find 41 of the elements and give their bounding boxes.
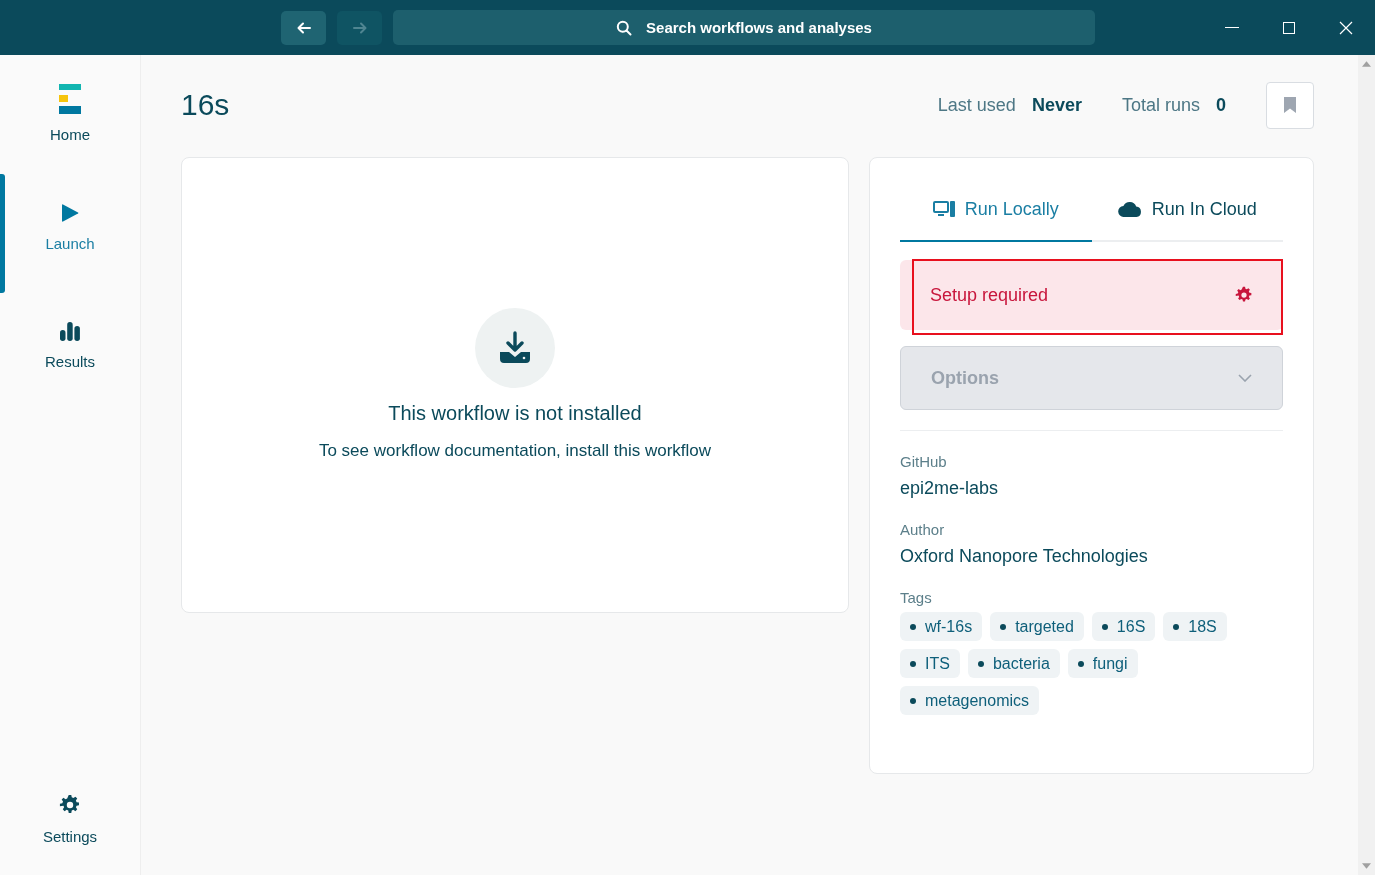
meta-value: Oxford Nanopore Technologies	[900, 546, 1149, 567]
tag: bacteria	[967, 649, 1060, 678]
tag: 16S	[1091, 612, 1156, 641]
tag: 18S	[1163, 612, 1227, 641]
meta-label: Tags	[900, 589, 933, 606]
tab[interactable]: Run Locally	[900, 178, 1092, 242]
stat-value: 0	[1216, 94, 1226, 116]
empty-state-heading: This workflow is not installed	[388, 402, 642, 425]
settings-icon[interactable]	[1235, 286, 1253, 304]
tag: fungi	[1067, 649, 1138, 678]
chevron-down-icon	[1238, 374, 1252, 382]
sidebar-item[interactable]: Launch	[0, 174, 140, 293]
maximize-icon[interactable]	[1283, 21, 1295, 34]
meta-label: Author	[900, 521, 946, 538]
stat-label: Total runs	[1121, 94, 1200, 116]
search-button[interactable]: Search workflows and analyses	[393, 10, 1095, 45]
computer-icon	[932, 201, 955, 217]
cloud-icon	[1117, 201, 1142, 217]
sidebar-item[interactable]: Results	[0, 293, 140, 412]
search-icon	[616, 19, 633, 36]
empty-state-message: To see workflow documentation, install this workflow	[318, 441, 712, 461]
tag: targeted	[990, 612, 1084, 641]
settings-icon	[59, 794, 81, 816]
tab[interactable]: Run In Cloud	[1091, 178, 1283, 242]
tag: wf-16s	[900, 612, 983, 641]
meta-label: GitHub	[900, 453, 948, 470]
minimize-icon[interactable]	[1225, 26, 1239, 29]
sidebar-item[interactable]: Home	[0, 55, 140, 174]
stat-label: Last used	[937, 94, 1016, 116]
tag: metagenomics	[900, 686, 1040, 715]
logo-icon	[59, 84, 81, 114]
stat-value: Never	[1031, 94, 1082, 116]
close-icon[interactable]	[1339, 20, 1353, 35]
bookmark-icon	[1284, 97, 1296, 113]
play-icon	[61, 203, 79, 223]
meta-value: epi2me-labs	[900, 478, 1000, 499]
sidebar-item[interactable]: Settings	[0, 794, 140, 875]
back-button[interactable]	[281, 10, 326, 45]
bar-chart-icon	[60, 322, 80, 341]
tag: ITS	[900, 649, 960, 678]
workflow-title: 16s	[181, 88, 230, 122]
